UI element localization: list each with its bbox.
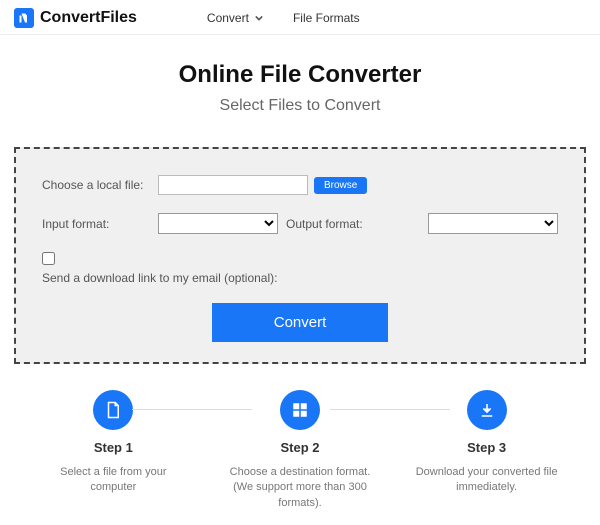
steps-row: Step 1 Select a file from your computer … (0, 390, 600, 525)
email-link-label: Send a download link to my email (option… (42, 271, 558, 285)
step-1-desc: Select a file from your computer (33, 465, 193, 496)
connector-line (330, 409, 450, 410)
page-subtitle: Select Files to Convert (0, 97, 600, 115)
chevron-down-icon (255, 11, 263, 25)
nav-convert-label: Convert (207, 11, 249, 25)
output-format-label: Output format: (286, 217, 363, 231)
step-3-title: Step 3 (407, 440, 567, 455)
browse-button[interactable]: Browse (314, 177, 367, 194)
nav-formats-label: File Formats (293, 11, 360, 25)
top-nav: Convert File Formats (207, 11, 360, 25)
nav-convert[interactable]: Convert (207, 11, 263, 25)
logo-icon (14, 8, 34, 28)
input-format-select[interactable] (158, 213, 278, 234)
connector-line (132, 409, 252, 410)
step-2-title: Step 2 (220, 440, 380, 455)
step-3: Step 3 Download your converted file imme… (407, 390, 567, 496)
output-format-select[interactable] (428, 213, 558, 234)
convert-button[interactable]: Convert (212, 303, 389, 342)
input-format-label: Input format: (42, 217, 152, 231)
nav-file-formats[interactable]: File Formats (293, 11, 360, 25)
choose-file-label: Choose a local file: (42, 178, 152, 192)
step-1: Step 1 Select a file from your computer (33, 390, 193, 496)
logo[interactable]: ConvertFiles (14, 8, 137, 28)
step-1-title: Step 1 (33, 440, 193, 455)
grid-icon (280, 390, 320, 430)
file-icon (93, 390, 133, 430)
step-2-desc: Choose a destination format. (We support… (220, 465, 380, 511)
step-3-desc: Download your converted file immediately… (407, 465, 567, 496)
page-title: Online File Converter (0, 61, 600, 89)
email-link-checkbox[interactable] (42, 252, 55, 265)
header: ConvertFiles Convert File Formats (0, 0, 600, 35)
converter-panel: Choose a local file: Browse Input format… (14, 147, 586, 364)
file-input[interactable] (158, 175, 308, 195)
brand-name: ConvertFiles (40, 9, 137, 27)
download-icon (467, 390, 507, 430)
